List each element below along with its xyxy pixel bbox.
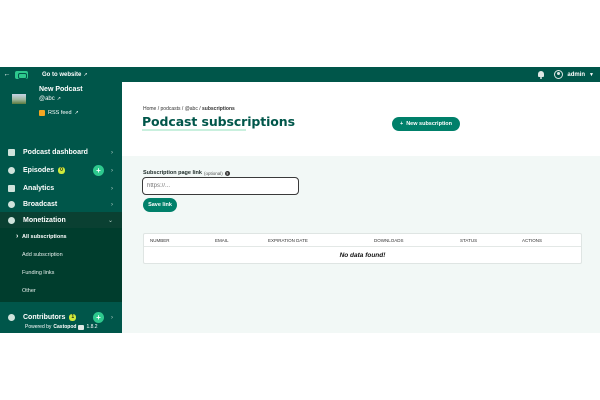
- castopod-logo-icon[interactable]: [15, 70, 28, 79]
- subscription-link-input[interactable]: [142, 177, 299, 195]
- chevron-right-icon: ›: [111, 167, 113, 174]
- external-link-icon: ↗: [56, 96, 61, 102]
- dashboard-icon: [8, 149, 15, 156]
- episodes-icon: [8, 167, 15, 174]
- add-episode-button[interactable]: +: [93, 165, 104, 176]
- version-label: 1.8.2: [86, 324, 98, 330]
- external-link-icon: ↗: [83, 71, 88, 78]
- back-arrow-icon[interactable]: ←: [1, 71, 13, 78]
- page-header: Home / podcasts / @abc / subscriptions P…: [122, 82, 600, 156]
- sidebar-item-label: Podcast dashboard: [23, 149, 88, 156]
- chevron-right-icon: ›: [111, 185, 113, 192]
- monetization-icon: [8, 217, 15, 224]
- column-header-downloads[interactable]: DOWNLOADS: [374, 238, 404, 243]
- subscription-link-label: Subscription page link (optional) ?: [143, 170, 230, 176]
- submenu-item-add-subscription[interactable]: Add subscription: [22, 252, 63, 258]
- sidebar: New Podcast @abc ↗ RSS feed ↗ Podcast da…: [0, 82, 122, 333]
- column-header-status[interactable]: STATUS: [460, 238, 477, 243]
- table-header-divider: [144, 246, 581, 247]
- sidebar-item-monetization[interactable]: Monetization ⌄: [0, 212, 122, 229]
- rss-icon: [39, 110, 45, 116]
- sidebar-item-episodes[interactable]: Episodes 0 + ›: [0, 162, 122, 179]
- sidebar-item-label: Monetization: [23, 217, 66, 224]
- breadcrumb-podcasts[interactable]: podcasts: [161, 106, 181, 112]
- column-header-number[interactable]: NUMBER: [150, 238, 170, 243]
- account-menu-button[interactable]: admin ▼: [554, 70, 594, 79]
- submenu-item-funding-links[interactable]: Funding links: [22, 270, 54, 276]
- column-header-expiration-date[interactable]: EXPIRATION DATE: [268, 238, 308, 243]
- page-title: Podcast subscriptions: [142, 114, 295, 129]
- episodes-count-badge: 0: [58, 167, 65, 174]
- broadcast-icon: [8, 201, 15, 208]
- sidebar-item-label: Contributors: [23, 314, 66, 321]
- powered-by-footer: Powered by Castopod 1.8.2: [25, 324, 98, 330]
- notification-bell-icon[interactable]: [537, 70, 545, 79]
- rss-feed-label: RSS feed: [48, 110, 72, 116]
- contributors-icon: [8, 314, 15, 321]
- username-label: admin: [567, 71, 586, 78]
- chevron-right-icon: ›: [111, 149, 113, 156]
- optional-hint: (optional): [203, 170, 223, 176]
- sidebar-item-podcast-dashboard[interactable]: Podcast dashboard ›: [0, 144, 122, 161]
- caret-down-icon: ▼: [589, 71, 594, 78]
- castopod-logo-icon: [78, 324, 85, 330]
- help-icon[interactable]: ?: [224, 170, 230, 176]
- podcast-handle-link[interactable]: @abc ↗: [39, 96, 61, 102]
- go-to-website-label: Go to website: [42, 71, 82, 78]
- contributors-count-badge: 1: [69, 314, 77, 321]
- submenu-item-other[interactable]: Other: [22, 288, 36, 294]
- monetization-submenu: All subscriptions Add subscription Fundi…: [0, 228, 122, 302]
- chevron-down-icon: ⌄: [107, 218, 113, 224]
- sidebar-item-analytics[interactable]: Analytics ›: [0, 180, 122, 197]
- title-highlight: [142, 129, 246, 131]
- sidebar-item-label: Broadcast: [23, 201, 58, 208]
- podcast-handle: @abc: [39, 96, 55, 102]
- breadcrumb: Home / podcasts / @abc / subscriptions: [143, 106, 235, 112]
- breadcrumb-current: subscriptions: [202, 106, 235, 112]
- new-subscription-label: New subscription: [406, 121, 453, 127]
- chevron-right-icon: ›: [111, 201, 113, 208]
- sidebar-item-label: Episodes: [23, 167, 55, 174]
- external-link-icon: ↗: [74, 110, 79, 116]
- app-window: ← Go to website ↗ admin ▼ New Podcast @a…: [0, 67, 600, 333]
- podcast-title: New Podcast: [39, 86, 83, 93]
- top-bar: ← Go to website ↗ admin ▼: [0, 67, 600, 82]
- column-header-email[interactable]: EMAIL: [215, 238, 229, 243]
- save-link-button[interactable]: Save link: [143, 198, 177, 212]
- add-contributor-button[interactable]: +: [93, 312, 104, 323]
- new-subscription-button[interactable]: + New subscription: [392, 117, 460, 131]
- empty-state-message: No data found!: [339, 252, 386, 259]
- user-avatar-icon: [554, 70, 564, 79]
- analytics-icon: [8, 185, 15, 192]
- rss-feed-link[interactable]: RSS feed ↗: [39, 110, 79, 116]
- breadcrumb-handle[interactable]: @abc: [185, 106, 198, 112]
- field-label-text: Subscription page link: [143, 170, 202, 176]
- podcast-header: New Podcast @abc ↗ RSS feed ↗: [0, 82, 122, 132]
- go-to-website-link[interactable]: Go to website ↗: [42, 72, 88, 78]
- sidebar-item-broadcast[interactable]: Broadcast ›: [0, 196, 122, 213]
- chevron-right-icon: ›: [111, 314, 113, 321]
- sidebar-item-label: Analytics: [23, 185, 55, 192]
- subscriptions-table: NUMBER EMAIL EXPIRATION DATE DOWNLOADS S…: [143, 233, 582, 264]
- podcast-cover-image: [12, 94, 26, 104]
- column-header-actions: ACTIONS: [522, 238, 543, 243]
- breadcrumb-home[interactable]: Home: [143, 106, 156, 112]
- powered-by-label: Powered by: [25, 324, 52, 330]
- submenu-item-all-subscriptions[interactable]: All subscriptions: [16, 233, 67, 240]
- plus-icon: +: [399, 121, 404, 127]
- castopod-link[interactable]: Castopod: [53, 324, 76, 330]
